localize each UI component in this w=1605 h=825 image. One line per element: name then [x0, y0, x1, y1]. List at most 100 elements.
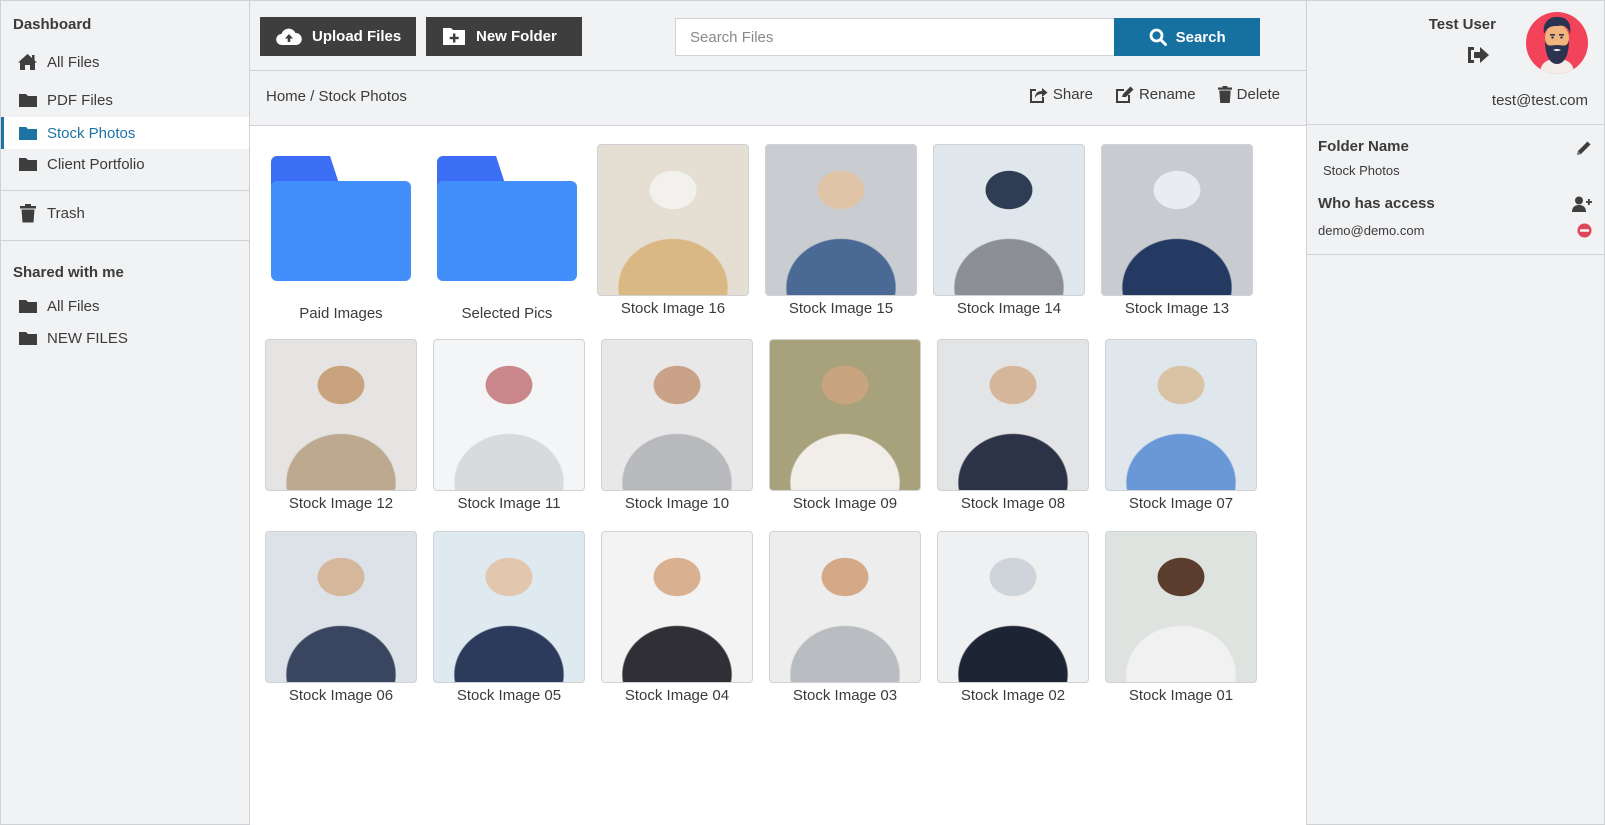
image-tile[interactable]: Stock Image 11 [433, 339, 585, 512]
folder-icon [17, 124, 38, 142]
image-tile[interactable]: Stock Image 10 [601, 339, 753, 512]
shared-with-me-heading: Shared with me [13, 264, 124, 281]
sidebar-item-trash[interactable]: Trash [1, 197, 249, 229]
upload-files-button[interactable]: Upload Files [260, 17, 416, 56]
sidebar-item-pdf-files[interactable]: PDF Files [1, 84, 249, 116]
image-thumbnail [1105, 339, 1257, 491]
image-name: Stock Image 07 [1128, 495, 1234, 512]
image-tile[interactable]: Stock Image 09 [769, 339, 921, 512]
image-thumbnail [433, 339, 585, 491]
image-name: Stock Image 02 [960, 687, 1066, 704]
user-name: Test User [1428, 16, 1496, 33]
edit-folder-name-button[interactable] [1576, 140, 1592, 160]
image-name: Stock Image 03 [792, 687, 898, 704]
sidebar-item-label: Client Portfolio [47, 155, 145, 173]
image-thumbnail [1101, 144, 1253, 296]
toolbar: Upload Files New Folder Search [250, 1, 1306, 71]
sidebar-item-label: PDF Files [47, 91, 113, 109]
pencil-icon [1577, 141, 1591, 155]
image-tile[interactable]: Stock Image 07 [1105, 339, 1257, 512]
folder-name: Paid Images [299, 305, 383, 322]
delete-button[interactable]: Delete [1217, 86, 1280, 103]
trash-icon [17, 203, 38, 222]
image-tile[interactable]: Stock Image 15 [765, 144, 917, 317]
dashboard-heading: Dashboard [13, 16, 92, 33]
image-name: Stock Image 08 [960, 495, 1066, 512]
image-thumbnail [601, 531, 753, 683]
search-button-label: Search [1175, 28, 1226, 46]
sidebar-item-all-files[interactable]: All Files [1, 46, 249, 78]
image-thumbnail [265, 339, 417, 491]
image-tile[interactable]: Stock Image 05 [433, 531, 585, 704]
remove-access-button[interactable] [1577, 223, 1592, 242]
folder-tile[interactable]: Selected Pics [431, 144, 583, 322]
share-label: Share [1052, 86, 1093, 103]
folder-tile[interactable]: Paid Images [265, 144, 417, 322]
image-name: Stock Image 01 [1128, 687, 1234, 704]
breadcrumb-bar: Home / Stock Photos Share Rename Delete [250, 71, 1306, 126]
panel-divider [1307, 124, 1604, 125]
image-tile[interactable]: Stock Image 16 [597, 144, 749, 317]
sidebar-item-label: NEW FILES [47, 329, 128, 347]
share-icon [1029, 86, 1048, 103]
image-tile[interactable]: Stock Image 06 [265, 531, 417, 704]
home-icon [17, 53, 38, 71]
image-tile[interactable]: Stock Image 13 [1101, 144, 1253, 317]
user-email: test@test.com [1491, 92, 1588, 109]
folder-name-label: Folder Name [1318, 138, 1409, 155]
image-tile[interactable]: Stock Image 02 [937, 531, 1089, 704]
image-tile[interactable]: Stock Image 03 [769, 531, 921, 704]
folder-icon [17, 297, 38, 315]
breadcrumb-home[interactable]: Home [266, 88, 306, 105]
image-name: Stock Image 05 [456, 687, 562, 704]
image-thumbnail [769, 531, 921, 683]
user-plus-icon [1572, 196, 1592, 212]
logout-button[interactable] [1466, 45, 1490, 69]
sidebar-item-shared-all-files[interactable]: All Files [1, 290, 249, 322]
image-name: Stock Image 14 [956, 300, 1062, 317]
image-thumbnail [937, 339, 1089, 491]
folder-plus-icon [442, 27, 466, 46]
folder-name: Selected Pics [461, 305, 553, 322]
image-thumbnail [937, 531, 1089, 683]
image-name: Stock Image 12 [288, 495, 394, 512]
image-name: Stock Image 09 [792, 495, 898, 512]
rename-label: Rename [1138, 86, 1196, 103]
rename-button[interactable]: Rename [1115, 86, 1196, 103]
left-sidebar: Dashboard All Files PDF Files Stock Phot… [0, 0, 250, 825]
sidebar-item-new-files[interactable]: NEW FILES [1, 322, 249, 354]
add-user-button[interactable] [1572, 196, 1592, 216]
file-actions: Share Rename Delete [1029, 86, 1280, 103]
folder-icon [17, 329, 38, 347]
details-panel: Test User test@test.com Folder Name Stoc… [1306, 0, 1605, 825]
image-name: Stock Image 16 [620, 300, 726, 317]
sidebar-item-label: All Files [47, 53, 100, 71]
sidebar-divider [1, 190, 249, 191]
upload-files-label: Upload Files [312, 28, 402, 45]
sidebar-item-label: All Files [47, 297, 100, 315]
folder-icon [437, 156, 577, 286]
minus-circle-icon [1577, 223, 1592, 238]
avatar[interactable] [1526, 12, 1588, 74]
image-tile[interactable]: Stock Image 01 [1105, 531, 1257, 704]
sidebar-item-label: Stock Photos [47, 124, 136, 142]
sidebar-item-client-portfolio[interactable]: Client Portfolio [1, 148, 249, 180]
image-tile[interactable]: Stock Image 04 [601, 531, 753, 704]
image-tile[interactable]: Stock Image 08 [937, 339, 1089, 512]
folder-icon [17, 155, 38, 173]
sidebar-item-label: Trash [47, 204, 85, 222]
share-button[interactable]: Share [1029, 86, 1093, 103]
new-folder-label: New Folder [476, 28, 557, 45]
image-tile[interactable]: Stock Image 12 [265, 339, 417, 512]
image-tile[interactable]: Stock Image 14 [933, 144, 1085, 317]
image-thumbnail [597, 144, 749, 296]
who-has-access-label: Who has access [1318, 195, 1435, 212]
search-button[interactable]: Search [1114, 18, 1260, 56]
new-folder-button[interactable]: New Folder [426, 17, 582, 56]
image-thumbnail [601, 339, 753, 491]
image-thumbnail [769, 339, 921, 491]
image-thumbnail [433, 531, 585, 683]
sidebar-item-stock-photos[interactable]: Stock Photos [1, 117, 249, 149]
search-input[interactable] [675, 18, 1115, 56]
image-name: Stock Image 11 [457, 495, 561, 512]
